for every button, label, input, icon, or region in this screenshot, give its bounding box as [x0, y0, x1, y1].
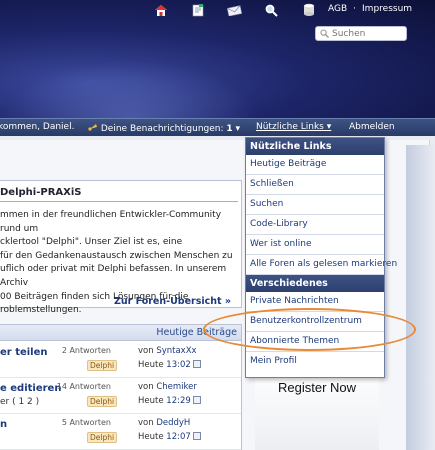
- posts-header: Heutige Beiträge: [0, 325, 241, 341]
- dropdown-section-title: Nützliche Links: [246, 138, 384, 155]
- by-prefix: von: [138, 346, 154, 356]
- author-link[interactable]: Chemiker: [156, 382, 197, 392]
- table-row: n 5 Antworten Delphi von DeddyH Heute 12…: [0, 414, 241, 450]
- chevron-down-icon: ▾: [326, 122, 332, 132]
- welcome-line: für den Gedankenaustausch zwischen Mensc…: [0, 250, 233, 261]
- page-right-edge: [406, 145, 435, 450]
- search-input[interactable]: [332, 28, 402, 39]
- category-badge[interactable]: Delphi: [87, 360, 118, 371]
- welcome-line: mmen in der freundlichen Entwickler-Comm…: [0, 210, 222, 234]
- time-label: 13:02: [166, 360, 191, 370]
- go-to-post-icon[interactable]: [192, 360, 201, 368]
- table-row: er teilen 2 Antworten Delphi von SyntaxX…: [0, 342, 241, 378]
- menu-item-calendar[interactable]: Schließen: [246, 175, 384, 195]
- posts-header-label[interactable]: Heutige Beiträge: [156, 327, 237, 338]
- home-icon[interactable]: [142, 2, 179, 18]
- search-icon[interactable]: [253, 2, 290, 18]
- notifications-label: Deine Benachrichtigungen:: [100, 124, 224, 134]
- notifications-count: 1: [226, 124, 233, 134]
- date-label: Heute: [138, 360, 164, 370]
- search-icon: [320, 29, 329, 38]
- title-divider: [0, 201, 238, 202]
- answer-count: 2 Antworten: [61, 346, 111, 355]
- dropdown-section-title: Verschiedenes: [246, 275, 384, 292]
- menu-item-search[interactable]: Suchen: [246, 195, 384, 215]
- table-row: e editieren er ( 1 2 ) 14 Antworten Delp…: [0, 378, 241, 414]
- by-prefix: von: [138, 382, 154, 392]
- menu-item-subscribed-threads[interactable]: Abonnierte Themen: [246, 332, 384, 352]
- menu-item-user-cp[interactable]: Benutzerkontrollzentrum: [246, 312, 384, 332]
- notifications-link[interactable]: Deine Benachrichtigungen: 1 ▾: [88, 122, 240, 134]
- by-prefix: von: [138, 418, 154, 428]
- time-label: 12:07: [166, 432, 191, 442]
- database-icon[interactable]: [290, 2, 327, 18]
- answer-count: 5 Antworten: [61, 418, 111, 427]
- logout-link[interactable]: Abmelden: [349, 122, 395, 132]
- menu-item-today-posts[interactable]: Heutige Beiträge: [246, 155, 384, 175]
- answer-count: 14 Antworten: [56, 382, 111, 391]
- time-label: 12:29: [166, 396, 191, 406]
- register-label: Register Now: [277, 380, 357, 395]
- chevron-down-icon: ▾: [235, 124, 241, 134]
- date-label: Heute: [138, 396, 164, 406]
- category-badge[interactable]: Delphi: [87, 396, 118, 407]
- post-title-link[interactable]: er teilen: [0, 347, 48, 358]
- author-link[interactable]: DeddyH: [156, 418, 190, 428]
- date-label: Heute: [138, 432, 164, 442]
- useful-links-menu[interactable]: Nützliche Links ▾: [256, 122, 331, 132]
- agb-link[interactable]: AGB: [328, 4, 347, 14]
- welcome-line: uflich oder privat mit Delphi befassen. …: [0, 264, 227, 288]
- welcome-text: kommen, Daniel.: [0, 122, 75, 132]
- register-banner[interactable]: Register Now: [255, 367, 379, 450]
- welcome-title: Delphi-PRAXiS: [0, 187, 82, 198]
- menu-item-code-library[interactable]: Code-Library: [246, 215, 384, 235]
- menu-item-mark-read[interactable]: Alle Foren als gelesen markieren: [246, 255, 397, 275]
- bell-icon: [88, 124, 97, 131]
- post-author: von SyntaxXx: [138, 346, 197, 356]
- menu-item-who-online[interactable]: Wer ist online: [246, 235, 384, 255]
- forum-overview-link[interactable]: Zur Foren-Übersicht »: [114, 296, 231, 307]
- author-link[interactable]: SyntaxXx: [156, 346, 196, 356]
- recent-posts: Heutige Beiträge er teilen 2 Antworten D…: [0, 324, 242, 450]
- header-icon-bar: [142, 2, 327, 18]
- menu-item-my-profile[interactable]: Mein Profil: [246, 352, 384, 372]
- post-title-link[interactable]: n: [0, 419, 7, 430]
- post-date: Heute 12:07: [138, 432, 201, 442]
- post-date: Heute 12:29: [138, 396, 201, 406]
- post-author: von DeddyH: [138, 418, 190, 428]
- menu-item-private-messages[interactable]: Private Nachrichten: [246, 292, 384, 312]
- useful-links-dropdown: Nützliche Links Heutige Beiträge Schließ…: [245, 137, 397, 378]
- post-pages[interactable]: er ( 1 2 ): [0, 397, 39, 407]
- link-separator: ·: [353, 4, 357, 14]
- welcome-line: cklertool "Delphi". Unser Ziel ist es, e…: [0, 237, 183, 248]
- mail-icon[interactable]: [216, 2, 253, 18]
- impressum-link[interactable]: Impressum: [362, 4, 412, 14]
- useful-links-label: Nützliche Links: [256, 122, 324, 132]
- search-box: [315, 26, 407, 41]
- post-date: Heute 13:02: [138, 360, 201, 370]
- header-links: AGB · Impressum: [328, 4, 412, 14]
- welcome-box: Delphi-PRAXiS mmen in der freundlichen E…: [0, 180, 242, 315]
- notes-icon[interactable]: [179, 2, 216, 18]
- post-author: von Chemiker: [138, 382, 197, 392]
- go-to-post-icon[interactable]: [192, 432, 201, 440]
- navbar: kommen, Daniel. Deine Benachrichtigungen…: [0, 118, 435, 136]
- category-badge[interactable]: Delphi: [87, 432, 118, 443]
- go-to-post-icon[interactable]: [192, 396, 201, 404]
- post-title-link[interactable]: e editieren: [0, 383, 61, 394]
